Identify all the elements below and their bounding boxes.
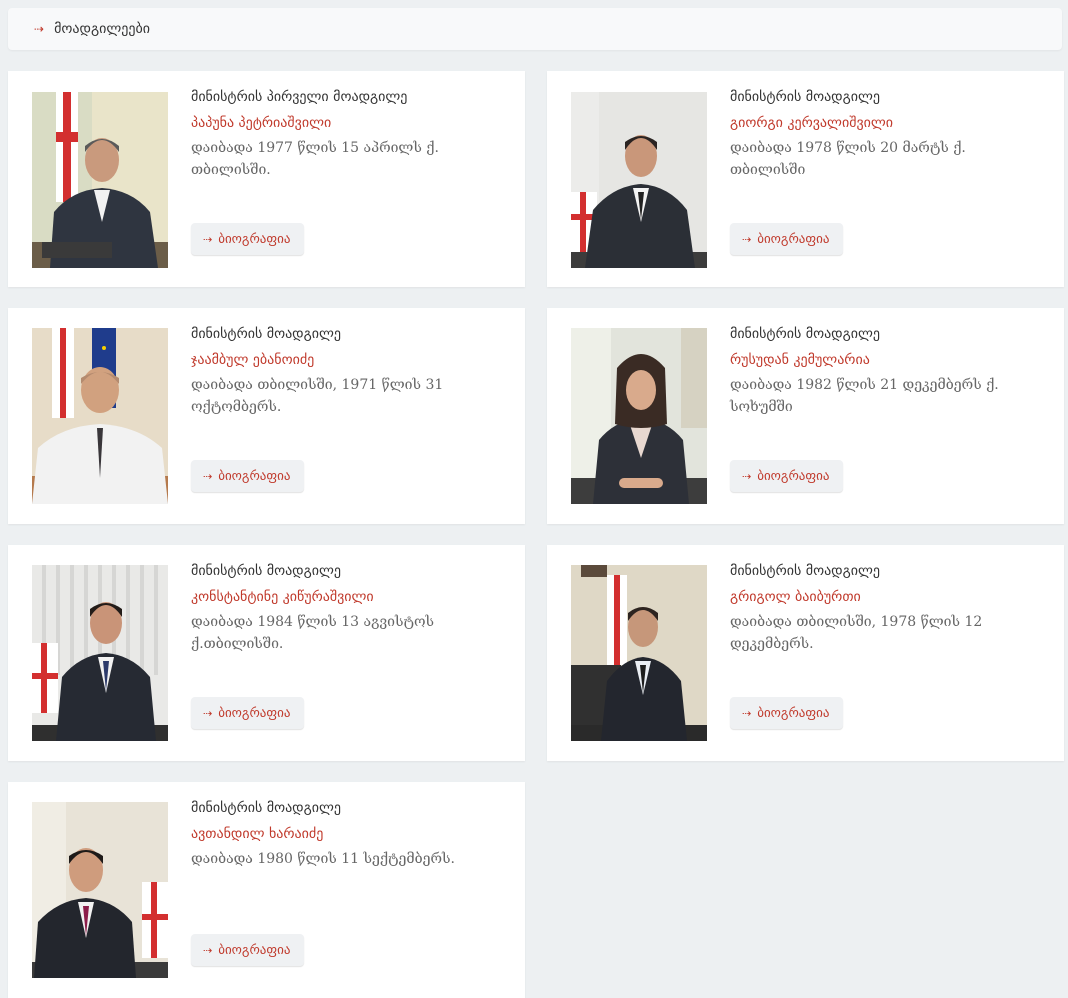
deputy-info: მინისტრის მოადგილე რუსუდან კემულარია დაი… (730, 324, 1040, 418)
breadcrumb: ⇢ მოადგილეები (8, 8, 1062, 50)
portrait-image (32, 802, 168, 978)
deputy-photo[interactable] (571, 92, 707, 268)
deputy-photo[interactable] (32, 565, 168, 741)
deputy-role: მინისტრის მოადგილე (730, 89, 881, 105)
deputy-card: მინისტრის პირველი მოადგილე პაპუნა პეტრია… (8, 71, 525, 287)
deputy-card: მინისტრის მოადგილე რუსუდან კემულარია დაი… (547, 308, 1064, 524)
deputy-photo[interactable] (571, 565, 707, 741)
biography-button-label: ბიოგრაფია (218, 468, 291, 484)
deputy-role: მინისტრის პირველი მოადგილე (191, 89, 408, 105)
deputy-role: მინისტრის მოადგილე (191, 800, 342, 816)
arrow-right-icon: ⇢ (203, 706, 213, 720)
deputy-name[interactable]: პაპუნა პეტრიაშვილი (191, 113, 501, 133)
deputy-info: მინისტრის მოადგილე ჯაამბულ ებანოიძე დაიბ… (191, 324, 501, 418)
deputy-name[interactable]: გიორგი კერვალიშვილი (730, 113, 1040, 133)
arrow-right-icon: ⇢ (34, 22, 45, 36)
breadcrumb-label[interactable]: მოადგილეები (54, 21, 150, 37)
deputy-birth: დაიბადა 1977 წლის 15 აპრილს ქ. თბილისში. (191, 140, 439, 178)
biography-button[interactable]: ⇢ ბიოგრაფია (191, 460, 305, 492)
deputy-birth: დაიბადა 1978 წლის 20 მარტს ქ. თბილისში (730, 140, 966, 178)
biography-button-label: ბიოგრაფია (218, 705, 291, 721)
deputy-card: მინისტრის მოადგილე გრიგოლ ბაიბურთი დაიბა… (547, 545, 1064, 761)
biography-button[interactable]: ⇢ ბიოგრაფია (730, 223, 844, 255)
deputy-name[interactable]: ავთანდილ ხარაიძე (191, 824, 501, 844)
deputy-name[interactable]: რუსუდან კემულარია (730, 350, 1040, 370)
deputy-birth: დაიბადა 1984 წლის 13 აგვისტოს ქ.თბილისში… (191, 614, 434, 652)
deputy-birth: დაიბადა 1980 წლის 11 სექტემბერს. (191, 851, 455, 867)
portrait-image (32, 92, 168, 268)
deputy-card: მინისტრის მოადგილე კონსტანტინე კიწურაშვი… (8, 545, 525, 761)
deputy-card: მინისტრის მოადგილე გიორგი კერვალიშვილი დ… (547, 71, 1064, 287)
biography-button-label: ბიოგრაფია (757, 468, 830, 484)
arrow-right-icon: ⇢ (203, 232, 213, 246)
arrow-right-icon: ⇢ (742, 469, 752, 483)
biography-button[interactable]: ⇢ ბიოგრაფია (191, 223, 305, 255)
arrow-right-icon: ⇢ (742, 232, 752, 246)
biography-button[interactable]: ⇢ ბიოგრაფია (730, 460, 844, 492)
deputy-info: მინისტრის მოადგილე გიორგი კერვალიშვილი დ… (730, 87, 1040, 181)
deputy-card: მინისტრის მოადგილე ჯაამბულ ებანოიძე დაიბ… (8, 308, 525, 524)
deputy-name[interactable]: კონსტანტინე კიწურაშვილი (191, 587, 501, 607)
deputy-birth: დაიბადა თბილისში, 1978 წლის 12 დეკემბერს… (730, 614, 983, 652)
biography-button-label: ბიოგრაფია (757, 231, 830, 247)
arrow-right-icon: ⇢ (203, 469, 213, 483)
deputy-role: მინისტრის მოადგილე (191, 563, 342, 579)
deputy-role: მინისტრის მოადგილე (730, 326, 881, 342)
deputy-photo[interactable] (32, 92, 168, 268)
arrow-right-icon: ⇢ (203, 943, 213, 957)
deputy-birth: დაიბადა თბილისში, 1971 წლის 31 ოქტომბერს… (191, 377, 444, 415)
portrait-image (571, 92, 707, 268)
deputy-birth: დაიბადა 1982 წლის 21 დეკემბერს ქ. სოხუმშ… (730, 377, 999, 415)
deputy-info: მინისტრის პირველი მოადგილე პაპუნა პეტრია… (191, 87, 501, 181)
deputy-role: მინისტრის მოადგილე (191, 326, 342, 342)
deputy-info: მინისტრის მოადგილე კონსტანტინე კიწურაშვი… (191, 561, 501, 655)
deputy-name[interactable]: გრიგოლ ბაიბურთი (730, 587, 1040, 607)
biography-button[interactable]: ⇢ ბიოგრაფია (730, 697, 844, 729)
portrait-image (32, 328, 168, 504)
deputy-role: მინისტრის მოადგილე (730, 563, 881, 579)
deputy-photo[interactable] (32, 328, 168, 504)
deputy-photo[interactable] (32, 802, 168, 978)
page: ⇢ მოადგილეები მინისტრის პირველი მოადგილე… (0, 0, 1068, 998)
arrow-right-icon: ⇢ (742, 706, 752, 720)
deputy-info: მინისტრის მოადგილე გრიგოლ ბაიბურთი დაიბა… (730, 561, 1040, 655)
biography-button[interactable]: ⇢ ბიოგრაფია (191, 697, 305, 729)
portrait-image (32, 565, 168, 741)
portrait-image (571, 328, 707, 504)
biography-button-label: ბიოგრაფია (218, 231, 291, 247)
biography-button-label: ბიოგრაფია (757, 705, 830, 721)
biography-button[interactable]: ⇢ ბიოგრაფია (191, 934, 305, 966)
deputy-card: მინისტრის მოადგილე ავთანდილ ხარაიძე დაიბ… (8, 782, 525, 998)
biography-button-label: ბიოგრაფია (218, 942, 291, 958)
deputy-photo[interactable] (571, 328, 707, 504)
deputy-name[interactable]: ჯაამბულ ებანოიძე (191, 350, 501, 370)
portrait-image (571, 565, 707, 741)
deputy-info: მინისტრის მოადგილე ავთანდილ ხარაიძე დაიბ… (191, 798, 501, 870)
